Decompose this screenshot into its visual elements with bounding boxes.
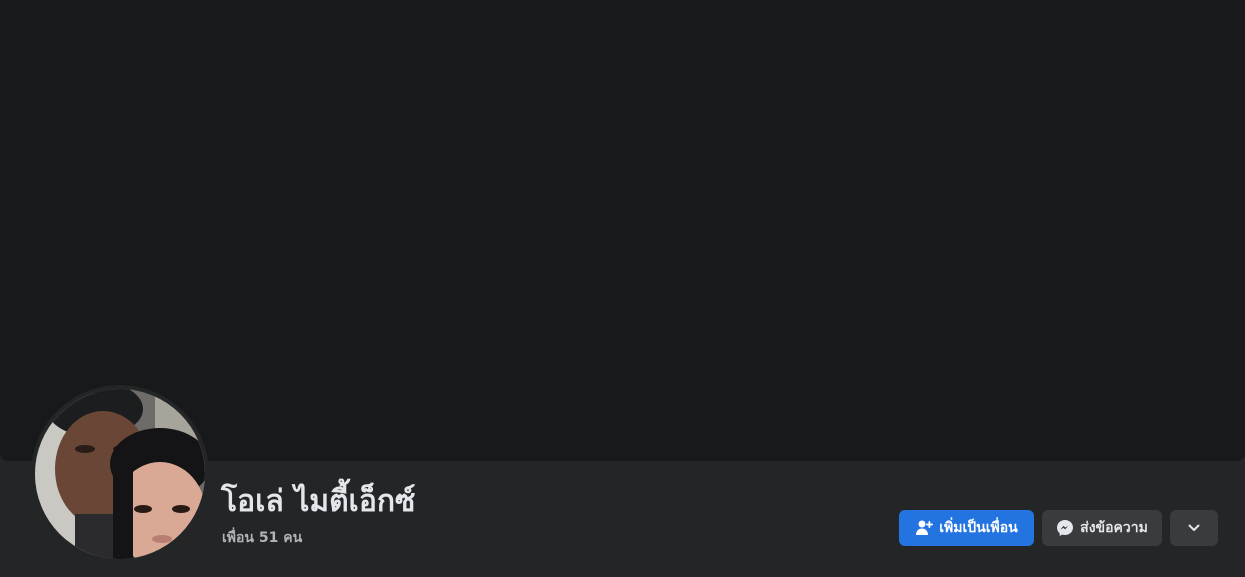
user-plus-icon: [915, 519, 934, 537]
profile-picture-frame: [31, 385, 209, 563]
add-friend-button[interactable]: เพิ่มเป็นเพื่อน: [899, 510, 1034, 546]
add-friend-label: เพิ่มเป็นเพื่อน: [939, 520, 1018, 536]
friends-count-link[interactable]: เพื่อน 51 คน: [222, 527, 302, 549]
send-message-label: ส่งข้อความ: [1080, 520, 1148, 536]
profile-picture[interactable]: [35, 389, 205, 559]
send-message-button[interactable]: ส่งข้อความ: [1042, 510, 1162, 546]
messenger-icon: [1056, 519, 1074, 537]
profile-header: โอเล่ ไมตี้เอ็กซ์ เพื่อน 51 คน เพิ่มเป็น…: [0, 0, 1245, 577]
cover-photo[interactable]: [0, 0, 1245, 461]
profile-name: โอเล่ ไมตี้เอ็กซ์: [221, 484, 416, 519]
profile-photo-image: [35, 389, 205, 559]
chevron-down-icon: [1187, 521, 1201, 535]
more-options-button[interactable]: [1170, 510, 1218, 546]
